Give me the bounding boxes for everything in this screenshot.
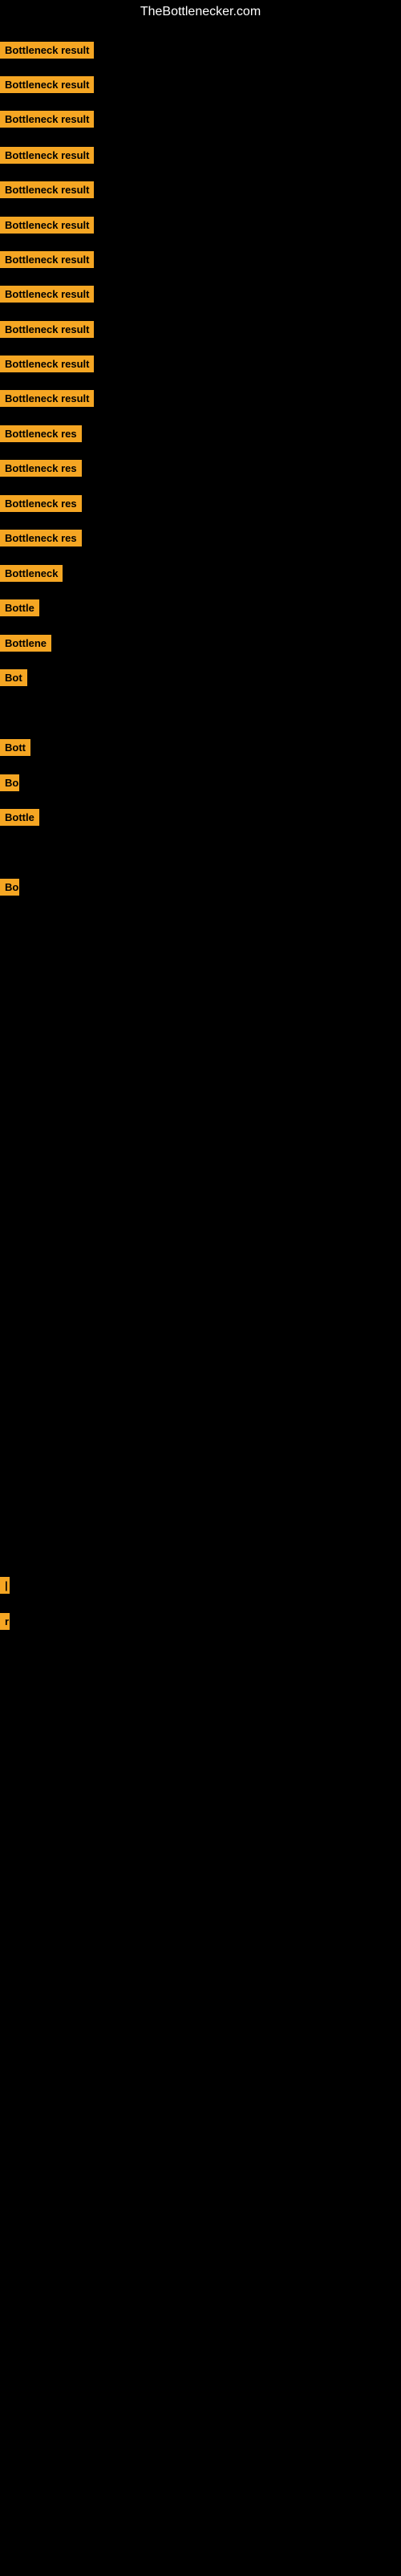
site-title: TheBottlenecker.com: [0, 0, 401, 24]
bottleneck-badge-19[interactable]: Bot: [0, 669, 27, 686]
bottleneck-badge-25[interactable]: r: [0, 1613, 10, 1630]
bottleneck-badge-24[interactable]: |: [0, 1577, 10, 1594]
bottleneck-badge-18[interactable]: Bottlene: [0, 635, 51, 652]
bottleneck-badge-17[interactable]: Bottle: [0, 599, 39, 616]
bottleneck-badge-13[interactable]: Bottleneck res: [0, 460, 82, 477]
bottleneck-badge-16[interactable]: Bottleneck: [0, 565, 63, 582]
bottleneck-badge-4[interactable]: Bottleneck result: [0, 147, 94, 164]
bottleneck-badge-21[interactable]: Bo: [0, 774, 19, 791]
bottleneck-badge-15[interactable]: Bottleneck res: [0, 530, 82, 546]
bottleneck-badge-8[interactable]: Bottleneck result: [0, 286, 94, 303]
bottleneck-badge-6[interactable]: Bottleneck result: [0, 217, 94, 234]
bottleneck-badge-2[interactable]: Bottleneck result: [0, 76, 94, 93]
bottleneck-badge-20[interactable]: Bott: [0, 739, 30, 756]
bottleneck-badge-11[interactable]: Bottleneck result: [0, 390, 94, 407]
bottleneck-badge-14[interactable]: Bottleneck res: [0, 495, 82, 512]
bottleneck-badge-5[interactable]: Bottleneck result: [0, 181, 94, 198]
bottleneck-badge-22[interactable]: Bottle: [0, 809, 39, 826]
bottleneck-badge-7[interactable]: Bottleneck result: [0, 251, 94, 268]
bottleneck-badge-3[interactable]: Bottleneck result: [0, 111, 94, 128]
bottleneck-badge-12[interactable]: Bottleneck res: [0, 425, 82, 442]
bottleneck-badge-1[interactable]: Bottleneck result: [0, 42, 94, 59]
bottleneck-badge-9[interactable]: Bottleneck result: [0, 321, 94, 338]
bottleneck-badge-23[interactable]: Bo: [0, 879, 19, 896]
bottleneck-badge-10[interactable]: Bottleneck result: [0, 356, 94, 372]
